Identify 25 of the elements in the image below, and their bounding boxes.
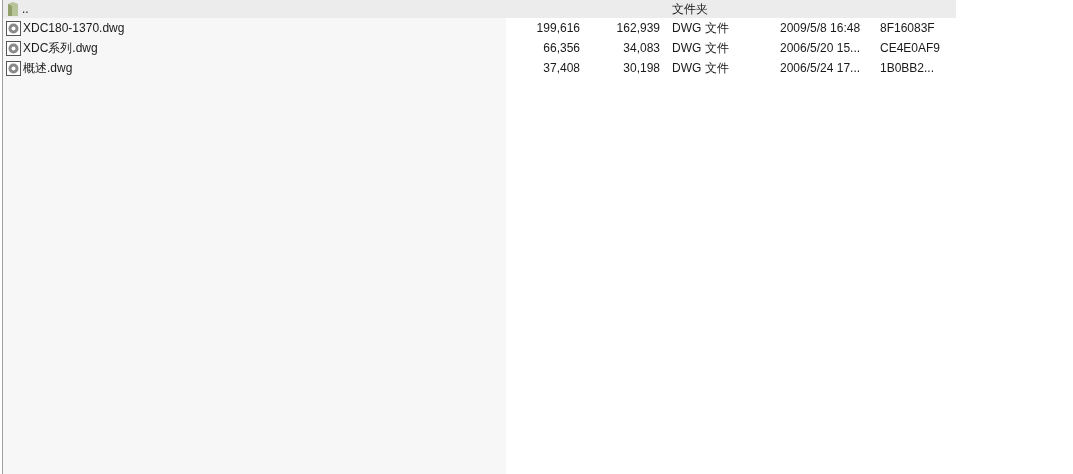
packed-cell: 162,939 <box>616 21 660 35</box>
disc-file-icon <box>6 60 21 76</box>
file-name: XDC系列.dwg <box>23 40 98 57</box>
file-row[interactable]: .. 文件夹 <box>3 0 956 18</box>
file-name: .. <box>22 1 29 18</box>
folder-icon <box>6 1 20 17</box>
packed-cell: 30,198 <box>623 61 660 75</box>
crc-cell: 8F16083F <box>880 21 935 35</box>
crc-cell: 1B0BB2... <box>880 61 935 75</box>
file-name: 概述.dwg <box>23 60 73 77</box>
type-cell: DWG 文件 <box>672 21 729 35</box>
modified-cell: 2006/5/20 15... <box>780 41 861 55</box>
modified-cell: 2009/5/8 16:48 <box>780 21 861 35</box>
disc-file-icon <box>6 20 21 36</box>
type-cell: 文件夹 <box>672 2 708 16</box>
packed-cell: 34,083 <box>623 41 660 55</box>
crc-cell: CE4E0AF9 <box>880 41 941 55</box>
type-cell: DWG 文件 <box>672 41 729 55</box>
file-name: XDC180-1370.dwg <box>23 20 125 37</box>
disc-file-icon <box>6 40 21 56</box>
modified-cell: 2006/5/24 17... <box>780 61 861 75</box>
size-cell: 199,616 <box>536 21 580 35</box>
size-cell: 66,356 <box>543 41 580 55</box>
size-cell: 37,408 <box>543 61 580 75</box>
type-cell: DWG 文件 <box>672 61 729 75</box>
